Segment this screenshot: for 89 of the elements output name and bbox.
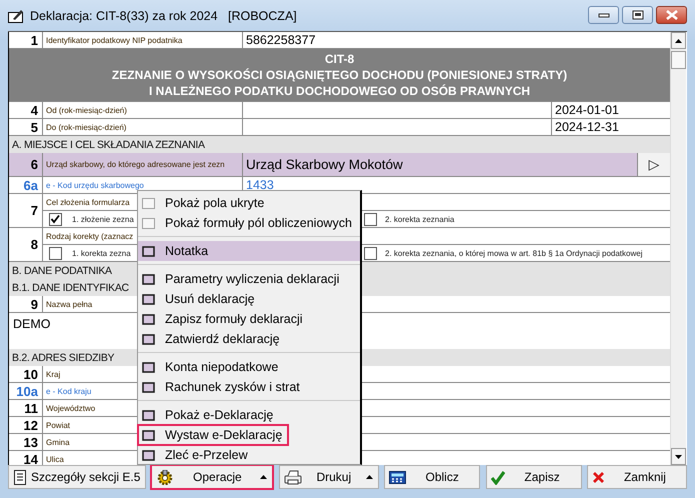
field-value[interactable]: DEMO [13,317,50,331]
field-label: Powiat [46,420,70,430]
field-label: Identyfikator podatkowy NIP podatnika [46,36,182,44]
close-button[interactable] [656,6,687,24]
toolbar-button[interactable]: Drukuj [278,465,379,489]
document-icon [13,470,27,484]
field-label: Rodzaj korekty (zaznacz [46,232,134,240]
square-icon [142,246,155,256]
field-label: Gmina [46,438,70,446]
maximize-icon [632,10,644,20]
form-title: CIT-8 [324,51,354,67]
row-number: 13 [9,434,43,450]
square-icon [142,362,155,372]
row-number: 10a [9,383,43,399]
checkbox[interactable] [364,246,377,260]
row-number: 10 [9,366,43,382]
square-icon [142,430,155,440]
check-icon [490,470,505,484]
caret-icon [366,475,373,479]
checkbox[interactable] [49,212,62,226]
toolbar-button[interactable]: Oblicz [384,465,480,489]
scroll-up-icon[interactable] [675,38,682,42]
option-label: 1. korekta zezna [72,248,131,258]
close-icon [664,10,678,20]
option-label: 2. korekta zeznania [385,214,454,224]
minimize-button[interactable] [588,6,619,24]
square-icon [142,314,155,324]
menu-item[interactable]: Pokaż pola ukryte [138,193,360,213]
form-title: I NALEŻNEGO PODATKU DOCHODOWEGO OD OSÓB PRAWNYCH [148,83,530,99]
field-label: Kraj [46,370,60,378]
toolbar-button[interactable]: Szczegóły sekcji E.5 [8,465,146,489]
field-label: Cel złożenia formularza [46,198,130,206]
row-number: 8 [9,228,43,261]
row-number: 9 [9,296,43,312]
scroll-thumb[interactable] [671,51,686,69]
checkbox-icon [142,198,155,208]
maximize-button[interactable] [622,6,653,24]
square-icon [142,294,155,304]
square-icon [142,382,155,392]
field-label: Do (rok-miesiąc-dzień) [46,122,126,132]
scroll-down-icon[interactable] [675,454,682,458]
gear-icon [156,470,174,484]
menu-item[interactable]: Rachunek zysków i strat [138,377,360,397]
square-icon [142,450,155,460]
menu-item[interactable]: Notatka [138,241,360,261]
section-heading: A. MIEJSCE I CEL SKŁADANIA ZEZNANIA [9,136,670,153]
toolbar-button[interactable]: Zamknij [586,465,687,489]
square-icon [142,410,155,420]
option-label: 2. korekta zeznania, o której mowa w art. 81b § 1a Ordynacji podatkowej [385,248,642,258]
menu-item[interactable]: Wystaw e-Deklarację [138,425,288,445]
expand-button[interactable]: ▷ [637,153,670,176]
square-icon [142,334,155,344]
form-title: ZEZNANIE O WYSOKOŚCI OSIĄGNIĘTEGO DOCHODU (PONIESIONEJ STRATY) [112,67,568,83]
row-number: 12 [9,417,43,433]
field-label: e - Kod kraju [46,386,92,396]
square-icon [142,274,155,284]
field-label: Województwo [46,404,96,412]
row-number: 11 [9,400,43,416]
caret-icon [260,475,268,479]
checkbox[interactable] [49,246,62,260]
edit-document-icon [8,8,24,23]
menu-item[interactable]: Pokaż e-Deklarację [138,405,360,425]
printer-icon [284,470,302,484]
toolbar-button[interactable]: Zapisz [486,465,582,489]
field-label: Urząd skarbowy, do którego adresowane jest zezn [46,160,225,169]
checkbox-icon [142,218,155,228]
option-label: 1. złożenie zezna [72,214,134,224]
row-number: 7 [9,194,43,227]
menu-item[interactable]: Pokaż formuły pól obliczeniowych [138,213,360,233]
row-number: 6a [9,177,43,193]
window-title: Deklaracja: CIT-8(33) za rok 2024 [ROBOCZA] [30,8,298,22]
row-number: 5 [9,119,43,135]
minimize-icon [598,10,610,18]
scrollbar[interactable] [670,32,686,465]
menu-item[interactable]: Zleć e-Przelew [138,445,360,465]
field-label: e - Kod urzędu skarbowego [46,180,144,190]
calculator-icon [389,470,406,484]
menu-item[interactable]: Zapisz formuły deklaracji [138,309,360,329]
row-number: 1 [9,32,43,48]
field-label: Ulica [46,454,64,464]
row-number: 6 [9,153,43,176]
toolbar-button[interactable]: Operacje [151,465,274,489]
menu-item[interactable]: Zatwierdź deklarację [138,329,360,349]
row-number: 4 [9,102,43,118]
check-icon [50,214,61,224]
field-label: Nazwa pełna [46,300,92,308]
field-label: Od (rok-miesiąc-dzień) [46,106,127,114]
checkbox[interactable] [364,212,377,226]
cross-icon [592,470,605,484]
